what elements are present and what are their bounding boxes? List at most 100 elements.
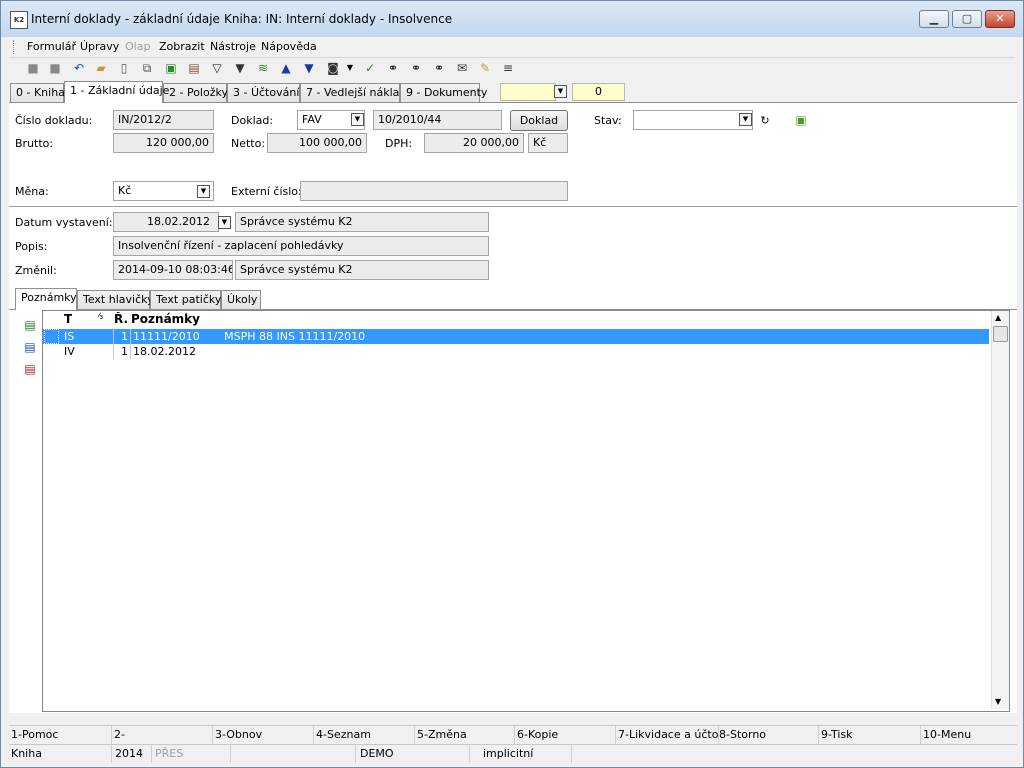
row-text-cell: 11111/2010 MSPH 88 INS 11111/2010 <box>133 330 366 343</box>
stack-icon[interactable]: ≋ <box>255 60 271 76</box>
filter-icon[interactable]: ▽ <box>209 60 225 76</box>
binoculars-next-icon[interactable]: ⚭ <box>408 60 424 76</box>
binoculars-icon[interactable]: ⚭ <box>385 60 401 76</box>
notes-icon[interactable]: ✎ <box>477 60 493 76</box>
fkey-10-menu[interactable]: 10-Menu <box>921 726 1017 744</box>
book-title: Kniha: IN: Interní doklady - Insolvence <box>224 12 453 26</box>
scroll-down-icon[interactable]: ▼ <box>995 697 1001 706</box>
binoculars-prev-icon[interactable]: ⚭ <box>431 60 447 76</box>
undo-icon[interactable]: ↶ <box>71 60 87 76</box>
tab-kniha[interactable]: 0 - Kniha <box>10 83 65 102</box>
menu-lines-icon[interactable]: ≡ <box>500 60 516 76</box>
scroll-up-icon[interactable]: ▲ <box>995 313 1001 322</box>
subtab-poznamky[interactable]: Poznámky <box>15 288 77 310</box>
menu-olap[interactable]: Olap <box>125 40 150 53</box>
fkey-4-seznam[interactable]: 4-Seznam <box>314 726 415 744</box>
column-header-poznamky[interactable]: Poznámky <box>131 312 200 327</box>
datum-user-field[interactable]: Správce systému K2 <box>235 212 489 232</box>
fkey-5-zmena[interactable]: 5-Změna <box>415 726 515 744</box>
tab-filter-dropdown-icon[interactable]: ▼ <box>554 85 567 98</box>
fkey-8-storno[interactable]: 8-Storno <box>719 726 819 744</box>
history-icon[interactable]: ↻ <box>757 113 773 129</box>
row-number-cell: 1 <box>121 330 128 343</box>
copy-icon[interactable]: ⧉ <box>139 60 155 76</box>
netto-field[interactable]: 100 000,00 <box>267 133 367 153</box>
stav-select[interactable] <box>633 110 753 130</box>
tab-dokumenty[interactable]: 9 - Dokumenty <box>400 83 487 102</box>
zmenil-date-field[interactable]: 2014-09-10 08:03:46 <box>113 260 233 280</box>
subtab-text-hlavicky[interactable]: Text hlavičky <box>77 290 154 309</box>
arrow-down-icon[interactable]: ▼ <box>301 60 317 76</box>
dph-label: DPH: <box>385 137 413 150</box>
tab-polozky[interactable]: 2 - Položky <box>163 83 228 102</box>
save-icon[interactable]: ■ <box>25 60 41 76</box>
status-kniha: Kniha <box>9 745 112 763</box>
tab-vedlejsi-naklady[interactable]: 7 - Vedlejší náklady <box>300 83 413 102</box>
filter-clear-icon[interactable]: ▼ <box>232 60 248 76</box>
popis-field[interactable]: Insolvenční řízení - zaplacení pohledávk… <box>113 236 489 256</box>
add-note-icon[interactable]: ▤ <box>22 317 38 333</box>
column-header-t[interactable]: T <box>64 312 72 327</box>
new-document-icon[interactable]: ▯ <box>116 60 132 76</box>
subtab-text-paticky[interactable]: Text patičky <box>150 290 221 309</box>
subtab-ukoly[interactable]: Úkoly <box>221 290 261 309</box>
zmenil-user-field[interactable]: Správce systému K2 <box>235 260 489 280</box>
popis-label: Popis: <box>15 240 48 253</box>
camera-icon[interactable]: ◙ <box>325 60 341 76</box>
column-header-radek[interactable]: Ř. <box>114 312 128 327</box>
menu-formular[interactable]: Formulář <box>27 40 76 53</box>
tab-filter-field[interactable] <box>500 83 556 101</box>
externi-cislo-label: Externí číslo: <box>231 185 302 198</box>
doklad-label: Doklad: <box>231 114 274 127</box>
cislo-dokladu-field[interactable]: IN/2012/2 <box>113 110 214 130</box>
brutto-field[interactable]: 120 000,00 <box>113 133 214 153</box>
stav-dropdown-icon[interactable]: ▼ <box>739 113 752 126</box>
fkey-7-likvidace[interactable]: 7-Likvidace a účtová <box>616 726 719 744</box>
datum-vystaveni-field[interactable]: 18.02.2012 <box>113 212 219 232</box>
delete-note-icon[interactable]: ▤ <box>22 361 38 377</box>
externi-cislo-field[interactable] <box>300 181 568 201</box>
dph-currency-field[interactable]: Kč <box>528 133 568 153</box>
menu-zobrazit[interactable]: Zobrazit <box>159 40 205 53</box>
book-icon[interactable]: ▤ <box>186 60 202 76</box>
scroll-thumb[interactable] <box>993 326 1008 342</box>
arrow-up-icon[interactable]: ▲ <box>278 60 294 76</box>
tab-zakladni-udaje[interactable]: 1 - Základní údaje <box>64 81 169 103</box>
fkey-6-kopie[interactable]: 6-Kopie <box>515 726 616 744</box>
column-header-sort[interactable]: ⁄₃ <box>98 312 103 327</box>
doklad-button[interactable]: Doklad <box>510 110 568 131</box>
lock-icon[interactable]: ▣ <box>163 60 179 76</box>
row-selector[interactable] <box>44 329 59 344</box>
fkey-3-obnov[interactable]: 3-Obnov <box>213 726 314 744</box>
fkey-1-pomoc[interactable]: 1-Pomoc <box>9 726 112 744</box>
minimize-button[interactable]: ▁ <box>919 10 949 28</box>
tab-counter: 0 <box>572 83 625 101</box>
title-bar: K2 Interní doklady - základní údaje Knih… <box>1 1 1023 37</box>
maximize-button[interactable]: ▢ <box>952 10 982 28</box>
datum-dropdown-icon[interactable]: ▼ <box>218 216 231 229</box>
mail-icon[interactable]: ✉ <box>454 60 470 76</box>
open-folder-icon[interactable]: ▰ <box>93 60 109 76</box>
menu-napoveda[interactable]: Nápověda <box>261 40 317 53</box>
dropdown-arrow-icon[interactable]: ▼ <box>345 60 355 76</box>
close-button[interactable]: ✕ <box>985 10 1015 28</box>
check-run-icon[interactable]: ✓ <box>362 60 378 76</box>
mena-dropdown-icon[interactable]: ▼ <box>197 185 210 198</box>
row-text-cell: 18.02.2012 <box>133 345 196 358</box>
fkey-2[interactable]: 2- <box>112 726 213 744</box>
table-row[interactable]: IS 1 11111/2010 MSPH 88 INS 11111/2010 <box>43 329 989 344</box>
tab-uctovani[interactable]: 3 - Účtování <box>227 83 300 102</box>
notes-scrollbar[interactable]: ▲ ▼ <box>991 311 1009 709</box>
status-year: 2014 <box>112 745 152 763</box>
doklad-type-dropdown-icon[interactable]: ▼ <box>351 113 364 126</box>
netto-label: Netto: <box>231 137 266 150</box>
row-type-cell: IV <box>64 345 75 358</box>
menu-nastroje[interactable]: Nástroje <box>210 40 256 53</box>
fkey-9-tisk[interactable]: 9-Tisk <box>819 726 921 744</box>
doklad-number-field[interactable]: 10/2010/44 <box>373 110 502 130</box>
menu-upravy[interactable]: Úpravy <box>80 40 119 53</box>
save-as-icon[interactable]: ■ <box>47 60 63 76</box>
dph-field[interactable]: 20 000,00 <box>424 133 524 153</box>
edit-note-icon[interactable]: ▤ <box>22 339 38 355</box>
table-row[interactable]: IV 1 18.02.2012 <box>43 344 989 359</box>
